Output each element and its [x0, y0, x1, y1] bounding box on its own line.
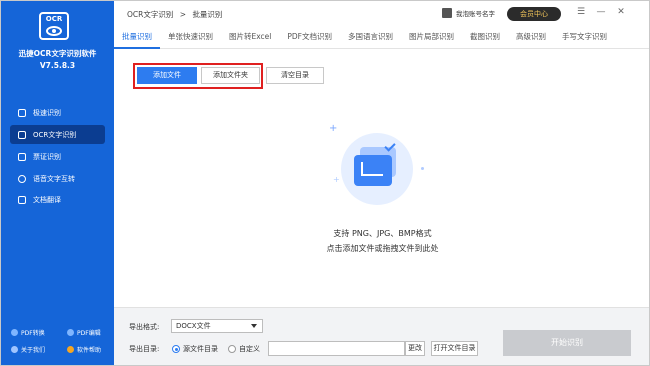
user-account[interactable]: 我泡账号名字	[442, 8, 495, 18]
tab-image-to-excel[interactable]: 图片转Excel	[221, 27, 279, 49]
breadcrumb-current: 批量识别	[192, 10, 223, 19]
tab-handwriting[interactable]: 手写文字识别	[554, 27, 615, 49]
pdf-convert-icon	[11, 329, 18, 336]
link-label: 软件帮助	[77, 347, 102, 354]
tab-advanced[interactable]: 高级识别	[508, 27, 554, 49]
plus-icon: +	[333, 175, 340, 184]
custom-directory-radio[interactable]: 自定义	[228, 344, 260, 354]
ticket-icon	[18, 152, 26, 161]
breadcrumb-separator: >	[179, 10, 187, 19]
lightning-icon	[18, 108, 26, 117]
feature-tabs: 批量识别 单张快速识别 图片转Excel PDF文档识别 多国语言识别 图片局部…	[114, 27, 649, 49]
pdf-edit-link[interactable]: PDF编辑	[67, 328, 101, 337]
start-recognition-button[interactable]: 开始识别	[503, 330, 631, 356]
window-controls: ☰ — ✕	[576, 7, 626, 17]
radio-label: 源文件目录	[183, 345, 218, 353]
menu-icon[interactable]: ☰	[576, 7, 586, 17]
open-directory-button[interactable]: 打开文件目录	[431, 341, 478, 356]
chevron-down-icon	[251, 324, 257, 328]
sidebar-item-label: 语音文字互转	[33, 174, 75, 183]
info-icon	[11, 346, 18, 353]
tab-batch[interactable]: 批量识别	[114, 27, 160, 49]
pdf-edit-icon	[67, 329, 74, 336]
change-directory-button[interactable]: 更改	[405, 341, 425, 356]
tab-pdf-document[interactable]: PDF文档识别	[279, 27, 340, 49]
sidebar-item-fast[interactable]: 极速识别	[10, 103, 105, 122]
clear-list-button[interactable]: 清空目录	[266, 67, 324, 84]
radio-icon	[228, 345, 236, 353]
upload-illustration: + +	[329, 123, 424, 211]
link-label: PDF编辑	[77, 330, 101, 337]
sidebar: OCR 迅捷OCR文字识别软件 V7.5.8.3 极速识别 OCR文字识别 票证…	[1, 1, 114, 365]
about-link[interactable]: 关于我们	[11, 345, 45, 354]
plus-icon: +	[329, 123, 338, 134]
tab-single-quick[interactable]: 单张快速识别	[160, 27, 221, 49]
output-settings: 导出格式: DOCX文件 导出目录: 源文件目录 自定义 更改 打开文件目录 开…	[114, 307, 649, 365]
tab-partial-image[interactable]: 图片局部识别	[401, 27, 462, 49]
output-path-input[interactable]	[268, 341, 405, 356]
app-version: V7.5.8.3	[39, 61, 76, 70]
dot-decoration	[421, 167, 424, 170]
vip-center-button[interactable]: 会员中心	[507, 7, 561, 21]
image-card-icon	[354, 155, 392, 186]
link-label: 关于我们	[21, 347, 46, 354]
tab-multilanguage[interactable]: 多国语言识别	[340, 27, 401, 49]
radio-icon	[172, 345, 180, 353]
main-dropzone[interactable]: 添加文件 添加文件夹 清空目录 + + 支持 PNG、JPG、BMP格式 点击添…	[114, 49, 649, 307]
sidebar-item-translate[interactable]: 文档翻译	[10, 190, 105, 209]
sidebar-item-label: 票证识别	[33, 152, 61, 161]
app-window: OCR 迅捷OCR文字识别软件 V7.5.8.3 极速识别 OCR文字识别 票证…	[0, 0, 650, 366]
app-logo: OCR	[39, 12, 69, 40]
add-folder-button[interactable]: 添加文件夹	[201, 67, 260, 84]
sidebar-item-label: OCR文字识别	[33, 130, 77, 139]
translate-icon	[18, 195, 26, 204]
minimize-icon[interactable]: —	[596, 7, 606, 17]
breadcrumb: OCR文字识别 > 批量识别	[127, 9, 226, 20]
format-value: DOCX文件	[176, 322, 211, 330]
sidebar-item-ocr[interactable]: OCR文字识别	[10, 125, 105, 144]
link-label: PDF转换	[21, 330, 45, 337]
directory-label: 导出目录:	[129, 345, 160, 353]
microphone-icon	[18, 174, 26, 183]
format-select[interactable]: DOCX文件	[171, 319, 263, 333]
sidebar-item-voice[interactable]: 语音文字互转	[10, 169, 105, 188]
radio-label: 自定义	[239, 345, 260, 353]
format-label: 导出格式:	[129, 323, 160, 331]
avatar	[442, 8, 452, 18]
sidebar-item-ticket[interactable]: 票证识别	[10, 147, 105, 166]
app-name: 迅捷OCR文字识别软件	[18, 49, 97, 58]
sidebar-item-label: 极速识别	[33, 108, 61, 117]
tab-screenshot[interactable]: 截图识别	[462, 27, 508, 49]
sidebar-item-label: 文档翻译	[33, 195, 61, 204]
user-name: 我泡账号名字	[456, 10, 495, 18]
help-icon	[67, 346, 74, 353]
drop-instruction-text: 点击添加文件或拖拽文件到此处	[326, 244, 439, 253]
breadcrumb-root[interactable]: OCR文字识别	[127, 10, 173, 19]
supported-formats-text: 支持 PNG、JPG、BMP格式	[333, 229, 432, 238]
close-icon[interactable]: ✕	[616, 7, 626, 17]
source-directory-radio[interactable]: 源文件目录	[172, 344, 218, 354]
scan-icon	[18, 130, 26, 139]
eye-icon	[46, 26, 62, 36]
logo-text: OCR	[45, 15, 63, 23]
top-bar: OCR文字识别 > 批量识别 我泡账号名字 会员中心 ☰ — ✕	[114, 1, 649, 27]
pdf-convert-link[interactable]: PDF转换	[11, 328, 45, 337]
add-file-button[interactable]: 添加文件	[137, 67, 197, 84]
help-link[interactable]: 软件帮助	[67, 345, 101, 354]
